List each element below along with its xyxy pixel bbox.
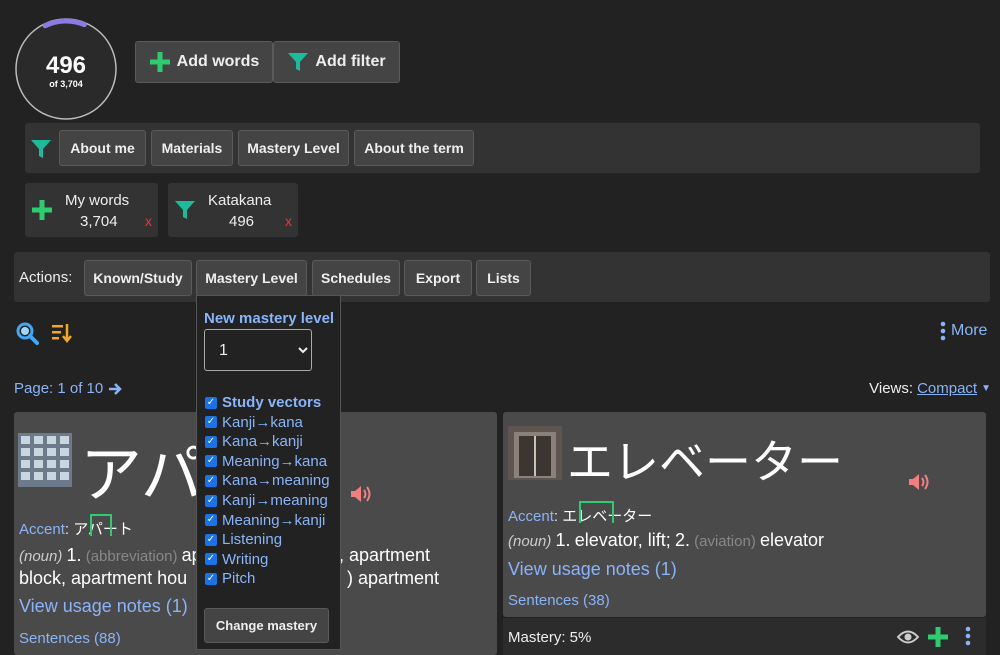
total-count: of 3,704 — [49, 79, 83, 89]
page-indicator: Page: 1 of 10 — [14, 380, 104, 397]
checkbox-icon[interactable]: ✓ — [205, 514, 217, 527]
checkbox-icon[interactable]: ✓ — [205, 474, 217, 487]
checkbox-label: Meaning→kana — [222, 452, 328, 470]
checkbox-icon[interactable]: ✓ — [205, 572, 217, 585]
usage-notes-link[interactable]: View usage notes (1) — [508, 559, 677, 580]
pitch-accent-marker — [579, 501, 614, 523]
funnel-icon — [175, 201, 195, 219]
change-mastery-button[interactable]: Change mastery — [204, 608, 329, 643]
word-card: エレベーター Accent: エレベーター (noun) 1. elevator… — [503, 412, 986, 617]
accent-label: Accent — [508, 508, 554, 525]
lists-button[interactable]: Lists — [476, 260, 531, 296]
word-thumbnail — [18, 433, 72, 487]
active-filter-my-words[interactable]: My words 3,704 x — [25, 183, 158, 237]
more-label: More — [951, 322, 988, 339]
checkbox-icon[interactable]: ✓ — [205, 553, 217, 566]
export-button[interactable]: Export — [404, 260, 472, 296]
new-mastery-heading: New mastery level — [204, 310, 335, 327]
vector-checkbox[interactable]: ✓ Pitch — [205, 570, 255, 587]
eye-icon[interactable] — [897, 629, 919, 645]
arrow-right-icon[interactable] — [108, 382, 123, 396]
usage-notes-link[interactable]: View usage notes (1) — [19, 596, 188, 617]
tab-about-the-term[interactable]: About the term — [354, 130, 474, 166]
checkbox-icon[interactable]: ✓ — [205, 416, 217, 429]
known-count: 496 — [45, 52, 87, 79]
checkbox-icon[interactable]: ✓ — [205, 494, 217, 507]
vector-checkbox[interactable]: ✓ Kana→meaning — [205, 472, 330, 489]
accent-label: Accent — [19, 521, 65, 538]
mastery-level-select[interactable]: 12345 — [204, 329, 312, 371]
funnel-icon — [288, 53, 309, 71]
definition-line-1: (noun) 1. (abbreviation) ap g, apartment — [19, 545, 431, 565]
checkbox-icon[interactable]: ✓ — [205, 435, 217, 448]
checkbox-icon[interactable]: ✓ — [205, 533, 217, 546]
more-button[interactable]: More — [940, 321, 987, 341]
add-filter-label: Add filter — [315, 53, 386, 70]
filter-count: 496 — [229, 213, 255, 230]
add-filter-button[interactable]: Add filter — [273, 41, 400, 83]
tab-about-me[interactable]: About me — [59, 130, 146, 166]
checkbox-label: Kana→meaning — [222, 472, 330, 490]
schedules-button[interactable]: Schedules — [312, 260, 400, 296]
views-label: Views: — [869, 380, 914, 397]
tab-mastery-level[interactable]: Mastery Level — [238, 130, 349, 166]
checkbox-label: Kanji→meaning — [222, 492, 328, 509]
vector-checkbox[interactable]: ✓ Meaning→kana — [205, 453, 327, 470]
filter-label: My words — [65, 192, 130, 209]
known-study-button[interactable]: Known/Study — [84, 260, 192, 296]
study-vectors-checkbox[interactable]: ✓ Study vectors — [205, 394, 321, 411]
checkbox-label: Pitch — [222, 570, 256, 588]
vector-checkbox[interactable]: ✓ Kana→kanji — [205, 433, 303, 450]
word-headword: エレベーター — [567, 435, 843, 489]
search-icon[interactable] — [15, 321, 39, 345]
checkbox-label: Meaning→kanji — [222, 511, 326, 529]
remove-filter-button[interactable]: x — [145, 213, 152, 229]
checkbox-label: Kanji→kana — [222, 413, 303, 431]
caret-down-icon[interactable]: ▼ — [981, 383, 991, 394]
vector-checkbox[interactable]: ✓ Listening — [205, 531, 282, 548]
add-words-label: Add words — [176, 53, 260, 70]
vector-checkbox[interactable]: ✓ Kanji→kana — [205, 414, 303, 431]
funnel-icon — [31, 140, 51, 158]
filter-count: 3,704 — [80, 213, 118, 230]
plus-icon — [149, 52, 170, 72]
kebab-icon[interactable] — [965, 626, 971, 646]
active-filter-katakana[interactable]: Katakana 496 x — [168, 183, 298, 237]
accent-row: Accent: アパート — [19, 521, 133, 538]
plus-icon[interactable] — [927, 626, 949, 648]
checkbox-label: Study vectors — [222, 394, 322, 411]
pitch-accent-marker — [90, 514, 112, 536]
pagination[interactable]: Page: 1 of 10 — [14, 380, 123, 397]
tab-materials[interactable]: Materials — [151, 130, 233, 166]
checkbox-icon[interactable]: ✓ — [205, 455, 217, 468]
definition-line-2: block, apartment hou) apartment — [19, 568, 440, 588]
vector-checkbox[interactable]: ✓ Meaning→kanji — [205, 512, 325, 529]
speaker-icon[interactable] — [350, 484, 372, 504]
kebab-icon — [940, 321, 946, 341]
mastery-level-dropdown: New mastery level 12345 ✓ Study vectors ✓ K… — [196, 295, 341, 650]
speaker-icon[interactable] — [908, 472, 930, 492]
vector-checkbox[interactable]: ✓ Writing — [205, 551, 268, 568]
mastery-level-button[interactable]: Mastery Level — [196, 260, 307, 296]
sentences-link[interactable]: Sentences (38) — [508, 592, 610, 609]
actions-label: Actions: — [19, 269, 73, 286]
sentences-link[interactable]: Sentences (88) — [19, 630, 121, 647]
add-words-button[interactable]: Add words — [135, 41, 273, 83]
word-headword: アパ — [80, 438, 203, 511]
checkbox-label: Writing — [222, 550, 269, 568]
filter-label: Katakana — [208, 192, 272, 209]
checkbox-label: Listening — [222, 531, 283, 549]
plus-icon — [32, 200, 52, 220]
definition: (noun) 1. elevator, lift; 2. (aviation) … — [508, 530, 825, 550]
card-footer: Mastery: 5% — [503, 618, 986, 655]
checkbox-label: Kana→kanji — [222, 433, 303, 451]
remove-filter-button[interactable]: x — [285, 213, 292, 229]
checkbox-icon[interactable]: ✓ — [205, 396, 217, 409]
mastery-percent: Mastery: 5% — [508, 629, 592, 646]
sort-icon[interactable] — [51, 322, 73, 344]
views-select[interactable]: Compact — [917, 380, 977, 397]
vector-checkbox[interactable]: ✓ Kanji→meaning — [205, 492, 328, 509]
word-thumbnail — [508, 426, 562, 480]
